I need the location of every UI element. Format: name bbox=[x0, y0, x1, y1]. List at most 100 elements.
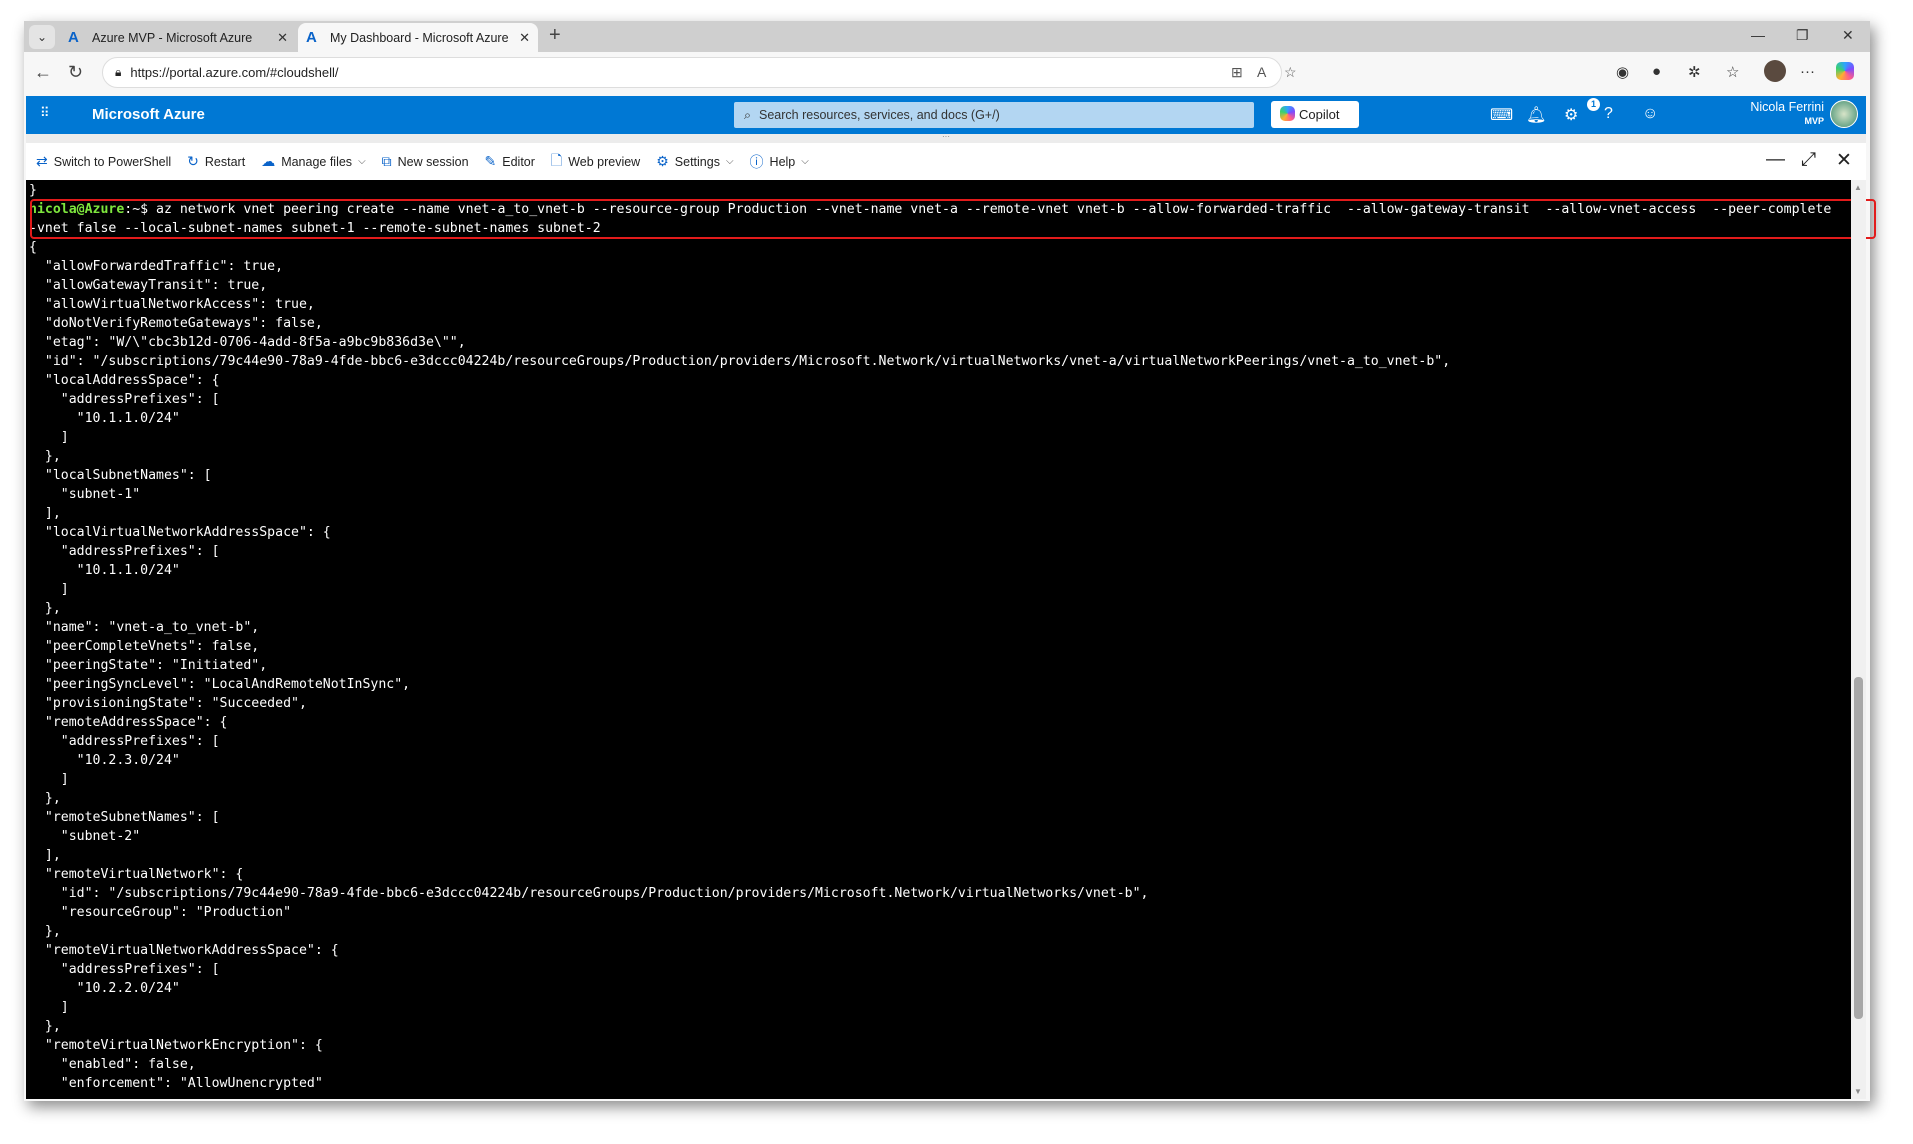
tab-my-dashboard[interactable]: A My Dashboard - Microsoft Azure ✕ bbox=[298, 23, 538, 52]
command-highlight-box bbox=[30, 199, 1876, 239]
user-account[interactable]: Nicola Ferrini MVP bbox=[1714, 100, 1824, 128]
label: New session bbox=[397, 154, 469, 169]
close-window-button[interactable]: ✕ bbox=[1842, 27, 1854, 44]
terminal-line: "allowVirtualNetworkAccess": true, bbox=[29, 297, 315, 312]
terminal-line: "peeringState": "Initiated", bbox=[29, 658, 268, 673]
terminal-line: "remoteVirtualNetworkEncryption": { bbox=[29, 1038, 323, 1053]
help-icon[interactable]: ? bbox=[1604, 105, 1613, 123]
terminal-output: } nicola@Azure:~$ az network vnet peering… bbox=[29, 181, 1831, 1093]
tab-strip: ⌄ A Azure MVP - Microsoft Azure ✕ A My D… bbox=[24, 21, 1870, 52]
restart-button[interactable]: ↻ Restart bbox=[187, 153, 245, 170]
terminal-line: }, bbox=[29, 791, 61, 806]
label: Settings bbox=[674, 154, 720, 169]
help-button[interactable]: ⓘ Help ⌵ bbox=[750, 152, 809, 172]
terminal-line: "10.1.1.0/24" bbox=[29, 411, 180, 426]
terminal-line: ] bbox=[29, 772, 69, 787]
terminal-line: { bbox=[29, 240, 37, 255]
web-preview-button[interactable]: 🗋︎ Web preview bbox=[551, 150, 640, 174]
new-session-button[interactable]: ⧉ New session bbox=[382, 153, 469, 170]
azure-logo-icon: A bbox=[306, 28, 317, 46]
terminal-line: } bbox=[29, 183, 37, 198]
search-icon: ⌕ bbox=[744, 107, 752, 122]
user-avatar[interactable] bbox=[1830, 100, 1858, 128]
notifications-bell-icon[interactable]: 🔔︎ bbox=[1526, 105, 1546, 125]
tab-list-button[interactable]: ⌄ bbox=[29, 25, 55, 49]
minimize-window-button[interactable]: — bbox=[1751, 27, 1765, 43]
scrollbar-thumb[interactable] bbox=[1854, 677, 1863, 1019]
terminal-line: "allowGatewayTransit": true, bbox=[29, 278, 268, 293]
copilot-icon[interactable] bbox=[1836, 62, 1854, 80]
settings-gear-icon[interactable]: ⚙ bbox=[1564, 105, 1578, 125]
terminal-line: ], bbox=[29, 506, 61, 521]
terminal-line: ] bbox=[29, 430, 69, 445]
terminal-line: "10.2.3.0/24" bbox=[29, 753, 180, 768]
cloud-upload-icon: ☁ bbox=[261, 153, 276, 169]
search-input[interactable]: ⌕ Search resources, services, and docs (… bbox=[734, 102, 1254, 128]
switch-arrows-icon: ⇄ bbox=[36, 153, 48, 169]
settings-button[interactable]: ⚙ Settings ⌵ bbox=[656, 153, 733, 170]
read-aloud-icon[interactable]: A bbox=[1257, 64, 1266, 80]
terminal-line: }, bbox=[29, 1019, 61, 1034]
favorites-icon[interactable]: ☆ bbox=[1726, 63, 1739, 81]
terminal-line: }, bbox=[29, 601, 61, 616]
terminal-line: "addressPrefixes": [ bbox=[29, 392, 220, 407]
pencil-icon: ✎ bbox=[484, 153, 497, 169]
close-shell-button[interactable]: ✕ bbox=[1836, 149, 1852, 172]
new-tab-button[interactable]: + bbox=[549, 24, 561, 47]
more-icon[interactable]: ··· bbox=[1800, 63, 1815, 80]
terminal-line: "subnet-1" bbox=[29, 487, 141, 502]
brand-title[interactable]: Microsoft Azure bbox=[92, 106, 205, 123]
scroll-down-arrow-icon[interactable]: ▼ bbox=[1854, 1087, 1862, 1096]
azure-logo-icon: A bbox=[68, 28, 79, 46]
copilot-button[interactable]: Copilot bbox=[1271, 101, 1359, 128]
chevron-down-icon: ⌵ bbox=[358, 156, 366, 167]
feedback-icon[interactable]: ☺ bbox=[1642, 105, 1658, 123]
portal-menu-icon[interactable]: ⠿ bbox=[40, 105, 51, 121]
terminal-line: "addressPrefixes": [ bbox=[29, 962, 220, 977]
extension-icon[interactable]: ● bbox=[1652, 63, 1661, 80]
back-icon[interactable]: ← bbox=[34, 62, 52, 83]
label: Switch to PowerShell bbox=[53, 154, 172, 169]
extensions-puzzle-icon[interactable]: ✲ bbox=[1688, 63, 1701, 81]
terminal-line: ] bbox=[29, 1000, 69, 1015]
close-tab-icon[interactable]: ✕ bbox=[277, 30, 288, 46]
terminal-line: }, bbox=[29, 924, 61, 939]
terminal-line: "10.1.1.0/24" bbox=[29, 563, 180, 578]
terminal-line: "id": "/subscriptions/79c44e90-78a9-4fde… bbox=[29, 354, 1451, 369]
browser-window: ⌄ A Azure MVP - Microsoft Azure ✕ A My D… bbox=[24, 21, 1876, 1101]
address-bar[interactable]: 🔒︎ https://portal.azure.com/#cloudshell/… bbox=[102, 57, 1297, 88]
terminal[interactable]: } nicola@Azure:~$ az network vnet peering… bbox=[26, 180, 1876, 1099]
terminal-line: "localVirtualNetworkAddressSpace": { bbox=[29, 525, 331, 540]
scroll-up-arrow-icon[interactable]: ▲ bbox=[1854, 183, 1862, 192]
terminal-scrollbar[interactable]: ▲ ▼ bbox=[1851, 180, 1866, 1099]
terminal-line: "peerCompleteVnets": false, bbox=[29, 639, 260, 654]
terminal-line: "name": "vnet-a_to_vnet-b", bbox=[29, 620, 260, 635]
terminal-line: "provisioningState": "Succeeded", bbox=[29, 696, 307, 711]
restore-window-button[interactable]: ❐ bbox=[1796, 27, 1809, 44]
refresh-icon[interactable]: ↻ bbox=[68, 62, 83, 83]
chevron-down-icon: ⌵ bbox=[725, 156, 734, 167]
terminal-line: "addressPrefixes": [ bbox=[29, 544, 220, 559]
web-preview-icon: 🗋︎ bbox=[550, 151, 563, 168]
editor-button[interactable]: ✎ Editor bbox=[485, 153, 535, 170]
terminal-line: "remoteVirtualNetwork": { bbox=[29, 867, 244, 882]
profile-avatar[interactable] bbox=[1764, 60, 1786, 82]
switch-to-powershell-button[interactable]: ⇄ Switch to PowerShell bbox=[36, 153, 171, 170]
terminal-line: "peeringSyncLevel": "LocalAndRemoteNotIn… bbox=[29, 677, 411, 692]
label: Help bbox=[769, 154, 796, 169]
maximize-shell-button[interactable]: ⤢ bbox=[1801, 149, 1816, 171]
minimize-shell-button[interactable]: — bbox=[1766, 149, 1785, 171]
tab-azure-mvp[interactable]: A Azure MVP - Microsoft Azure ✕ bbox=[60, 23, 296, 52]
manage-files-button[interactable]: ☁ Manage files ⌵ bbox=[261, 153, 365, 170]
favorite-star-icon[interactable]: ☆ bbox=[1284, 64, 1297, 81]
resize-handle[interactable]: ··· bbox=[26, 133, 1866, 143]
user-name: Nicola Ferrini bbox=[1750, 100, 1824, 114]
close-tab-icon[interactable]: ✕ bbox=[519, 30, 530, 46]
cloud-shell-icon[interactable]: ⌨ bbox=[1490, 105, 1513, 125]
tab-title: My Dashboard - Microsoft Azure bbox=[330, 30, 509, 45]
search-placeholder: Search resources, services, and docs (G+… bbox=[759, 108, 1000, 122]
copilot-icon bbox=[1280, 106, 1295, 121]
app-available-icon[interactable]: ⊞ bbox=[1231, 64, 1243, 81]
extension-icon[interactable]: ◉ bbox=[1616, 63, 1629, 81]
cloudshell-toolbar: ⇄ Switch to PowerShell ↻ Restart ☁ Manage f… bbox=[26, 143, 1866, 180]
